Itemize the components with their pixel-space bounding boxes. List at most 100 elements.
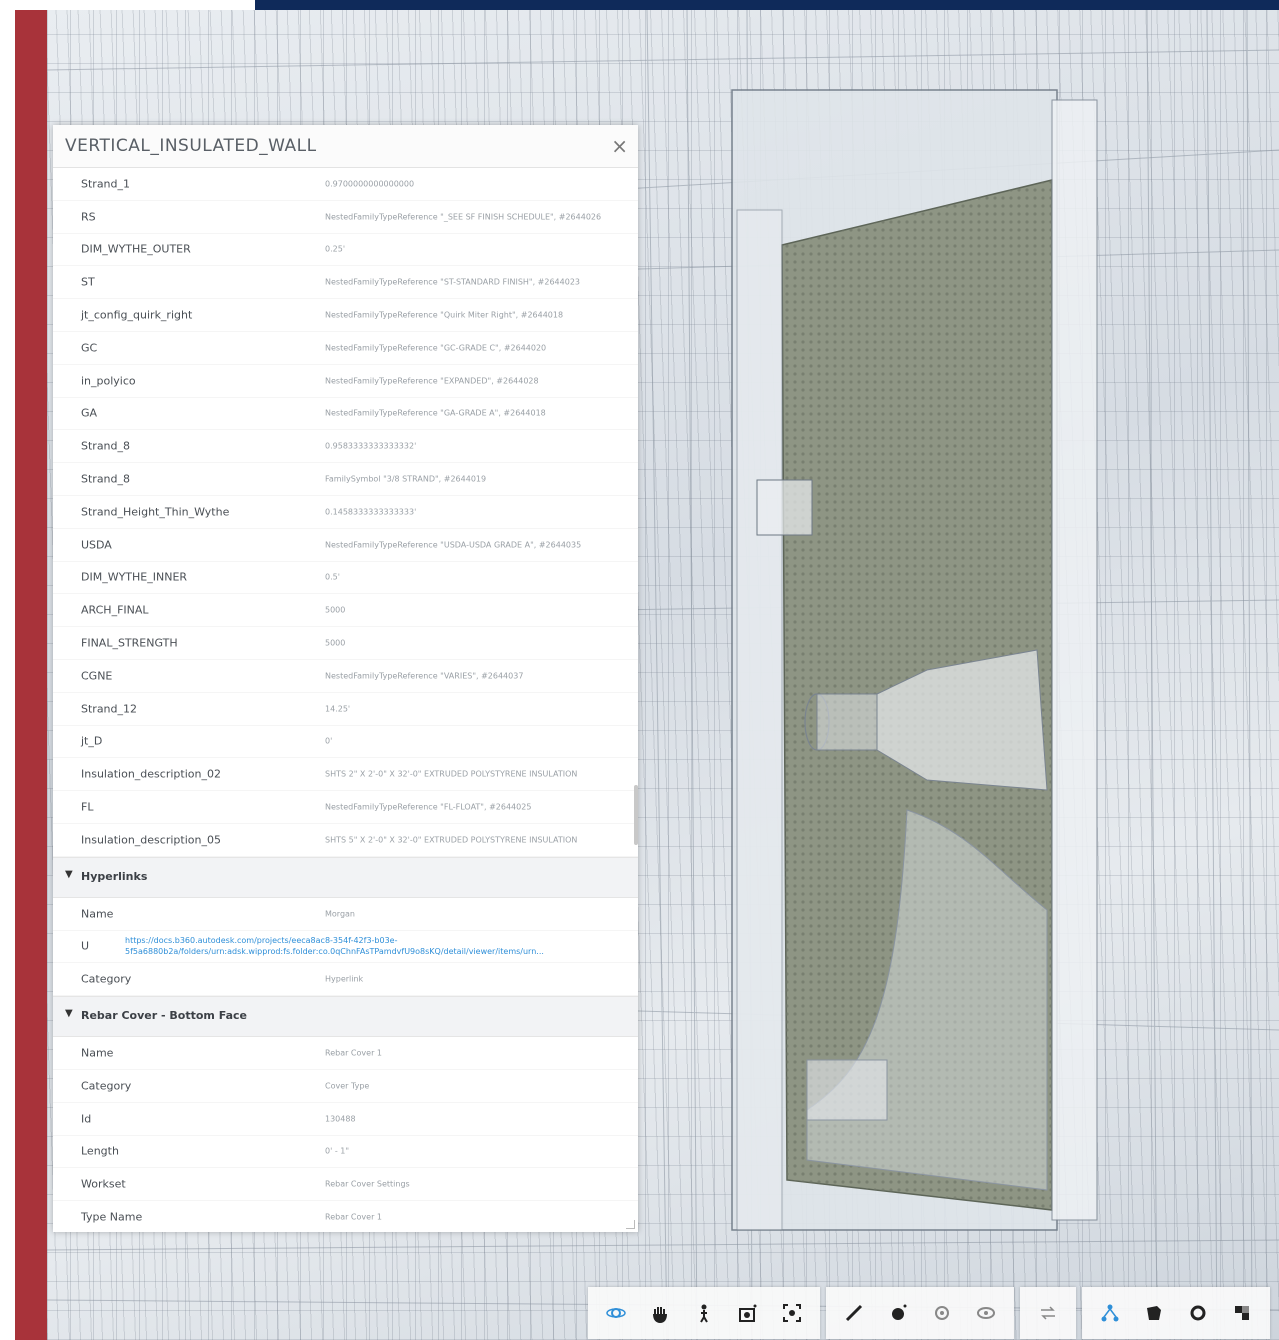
property-value: 130488	[325, 1114, 356, 1124]
property-value: NestedFamilyTypeReference "_SEE SF FINIS…	[325, 212, 602, 222]
property-row[interactable]: Length 0' - 1"	[53, 1136, 638, 1169]
left-side-rail	[15, 10, 47, 1340]
panel-header[interactable]: VERTICAL_INSULATED_WALL ×	[53, 125, 638, 168]
property-row[interactable]: Name Rebar Cover 1	[53, 1037, 638, 1070]
property-row[interactable]: RS NestedFamilyTypeReference "_SEE SF FIN…	[53, 201, 638, 234]
property-value: Rebar Cover 1	[325, 1048, 382, 1058]
collapse-triangle-icon[interactable]: ▼	[65, 869, 73, 880]
property-value: 0.9700000000000000	[325, 179, 415, 189]
close-icon[interactable]: ×	[611, 134, 628, 158]
property-label: Type Name	[81, 1210, 143, 1224]
property-label: jt_D	[81, 734, 103, 748]
orbit-icon[interactable]	[594, 1293, 638, 1333]
viewer-toolbar	[588, 1287, 1270, 1339]
property-row[interactable]: Uhttps://docs.b360.autodesk.com/projects…	[53, 931, 638, 964]
property-value: 0'	[325, 736, 333, 746]
property-row[interactable]: jt_D 0'	[53, 726, 638, 759]
toolbar-group	[1082, 1287, 1270, 1339]
property-value: 0.25'	[325, 244, 346, 254]
property-row[interactable]: in_polyico NestedFamilyTypeReference "EXP…	[53, 365, 638, 398]
resize-handle[interactable]	[626, 1220, 635, 1229]
property-row[interactable]: Workset Rebar Cover Settings	[53, 1168, 638, 1202]
property-label: Strand_12	[81, 702, 138, 716]
measure-icon[interactable]	[832, 1293, 876, 1333]
property-row[interactable]: FINAL_STRENGTH 5000	[53, 627, 638, 660]
fit-to-view-icon[interactable]	[770, 1293, 814, 1333]
scrollbar-thumb[interactable]	[634, 785, 638, 845]
section-hyperlinks[interactable]: ▼ Hyperlinks	[53, 856, 638, 898]
property-value: NestedFamilyTypeReference "VARIES", #264…	[325, 671, 524, 681]
property-row[interactable]: ARCH_FINAL 5000	[53, 594, 638, 628]
property-label: Category	[81, 972, 132, 986]
property-row[interactable]: GC NestedFamilyTypeReference "GC-GRADE C"…	[53, 332, 638, 365]
property-value: 0.9583333333333332'	[325, 441, 417, 451]
property-value: 0' - 1"	[325, 1146, 350, 1156]
property-label: USDA	[81, 538, 112, 552]
property-row[interactable]: Strand_8 0.9583333333333332'	[53, 430, 638, 464]
property-value: Hyperlink	[325, 974, 364, 984]
property-row[interactable]: Insulation_description_02 SHTS 2" X 2'-0"…	[53, 758, 638, 792]
fullscreen-icon[interactable]	[1220, 1293, 1264, 1333]
property-value: NestedFamilyTypeReference "GC-GRADE C", …	[325, 343, 547, 353]
property-value: NestedFamilyTypeReference "FL-FLOAT", #2…	[325, 802, 532, 812]
section-rebar-cover[interactable]: ▼ Rebar Cover - Bottom Face	[53, 996, 638, 1038]
property-row[interactable]: Name Morgan	[53, 898, 638, 931]
camera-icon[interactable]	[726, 1293, 770, 1333]
section-title: Hyperlinks	[81, 869, 148, 883]
model-browser-icon[interactable]	[1088, 1293, 1132, 1333]
sheets-icon[interactable]	[1026, 1293, 1070, 1333]
property-label: in_polyico	[81, 374, 136, 388]
properties-list[interactable]: Strand_1 0.9700000000000000 RS NestedFamily…	[53, 168, 638, 1232]
property-value: NestedFamilyTypeReference "Quirk Miter R…	[325, 310, 564, 320]
pan-icon[interactable]	[638, 1293, 682, 1333]
property-value: Rebar Cover 1	[325, 1212, 382, 1222]
property-label: RS	[81, 210, 96, 224]
property-label: DIM_WYTHE_INNER	[81, 570, 188, 584]
panel-title: VERTICAL_INSULATED_WALL	[65, 136, 317, 156]
properties-icon[interactable]	[1132, 1293, 1176, 1333]
property-row[interactable]: CGNE NestedFamilyTypeReference "VARIES", …	[53, 660, 638, 693]
property-row[interactable]: Type Name Rebar Cover 1	[53, 1201, 638, 1232]
property-label: Id	[81, 1112, 92, 1126]
properties-panel[interactable]: VERTICAL_INSULATED_WALL × Strand_1 0.9700…	[53, 125, 638, 1232]
property-row[interactable]: Strand_1 0.9700000000000000	[53, 168, 638, 201]
toolbar-group	[1020, 1287, 1076, 1339]
property-row[interactable]: DIM_WYTHE_INNER 0.5'	[53, 562, 638, 595]
property-row[interactable]: GA NestedFamilyTypeReference "GA-GRADE A"…	[53, 398, 638, 431]
property-label: Strand_8	[81, 472, 131, 486]
property-row[interactable]: USDA NestedFamilyTypeReference "USDA-USDA…	[53, 529, 638, 562]
property-value: 5000	[325, 605, 346, 615]
property-label: ST	[81, 275, 95, 289]
property-row[interactable]: Category Hyperlink	[53, 963, 638, 997]
property-row[interactable]: Strand_8 FamilySymbol "3/8 STRAND", #2644…	[53, 463, 638, 496]
section-icon[interactable]	[876, 1293, 920, 1333]
property-row[interactable]: ST NestedFamilyTypeReference "ST-STANDARD…	[53, 266, 638, 300]
property-label: FINAL_STRENGTH	[81, 636, 178, 650]
property-row[interactable]: Category Cover Type	[53, 1070, 638, 1103]
property-label: Strand_Height_Thin_Wythe	[81, 505, 230, 519]
property-row[interactable]: Strand_12 14.25'	[53, 693, 638, 726]
property-label: Category	[81, 1079, 132, 1093]
settings-icon[interactable]	[1176, 1293, 1220, 1333]
property-row[interactable]: jt_config_quirk_right NestedFamilyTypeRef…	[53, 299, 638, 332]
explode-icon[interactable]	[920, 1293, 964, 1333]
property-label: Length	[81, 1144, 119, 1158]
property-value: 5000	[325, 638, 346, 648]
property-value: 0.5'	[325, 572, 340, 582]
property-row[interactable]: FL NestedFamilyTypeReference "FL-FLOAT", …	[53, 791, 638, 824]
property-value: SHTS 5" X 2'-0" X 32'-0" EXTRUDED POLYST…	[325, 835, 578, 845]
property-row[interactable]: Strand_Height_Thin_Wythe 0.14583333333333…	[53, 496, 638, 529]
property-row[interactable]: Id 130488	[53, 1103, 638, 1136]
property-row[interactable]: Insulation_description_05 SHTS 5" X 2'-0"…	[53, 824, 638, 857]
property-label: U	[81, 939, 90, 953]
hide-icon[interactable]	[964, 1293, 1008, 1333]
collapse-triangle-icon[interactable]: ▼	[65, 1008, 73, 1019]
property-label: FL	[81, 800, 94, 814]
property-value: Cover Type	[325, 1081, 370, 1091]
property-label: GA	[81, 406, 98, 420]
first-person-icon[interactable]	[682, 1293, 726, 1333]
property-value: Morgan	[325, 909, 355, 919]
property-row[interactable]: DIM_WYTHE_OUTER 0.25'	[53, 234, 638, 267]
property-label: Name	[81, 907, 114, 921]
property-link[interactable]: https://docs.b360.autodesk.com/projects/…	[125, 935, 635, 957]
